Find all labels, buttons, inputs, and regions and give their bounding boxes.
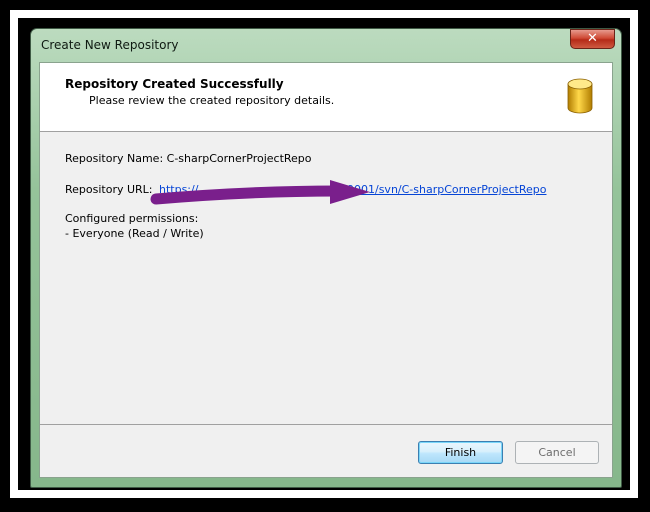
header-subtitle: Please review the created repository det…: [89, 94, 335, 107]
cancel-button[interactable]: Cancel: [515, 441, 599, 464]
permissions-label: Configured permissions:: [65, 212, 199, 225]
repository-name-label: Repository Name:: [65, 152, 164, 165]
repository-name-row: Repository Name: C-sharpCornerProjectRep…: [65, 152, 312, 165]
database-icon: [567, 78, 593, 114]
repository-url-link-end[interactable]: 9001/svn/C-sharpCornerProjectRepo: [347, 183, 546, 196]
repository-name-value: C-sharpCornerProjectRepo: [166, 152, 312, 165]
title-bar[interactable]: Create New Repository ✕: [31, 29, 621, 62]
permissions-value: - Everyone (Read / Write): [65, 227, 204, 240]
create-repository-dialog: Create New Repository ✕ Repository Creat…: [30, 28, 622, 488]
close-icon: ✕: [587, 31, 598, 46]
window-title: Create New Repository: [41, 38, 179, 52]
annotation-arrow-icon: [150, 180, 370, 205]
finish-button[interactable]: Finish: [418, 441, 503, 464]
dialog-client-area: Repository Created Successfully Please r…: [39, 62, 613, 478]
repository-url-label: Repository URL:: [65, 183, 153, 196]
dialog-header: Repository Created Successfully Please r…: [40, 63, 612, 132]
header-title: Repository Created Successfully: [65, 77, 284, 91]
footer-divider: [40, 424, 612, 425]
close-button[interactable]: ✕: [570, 29, 615, 49]
